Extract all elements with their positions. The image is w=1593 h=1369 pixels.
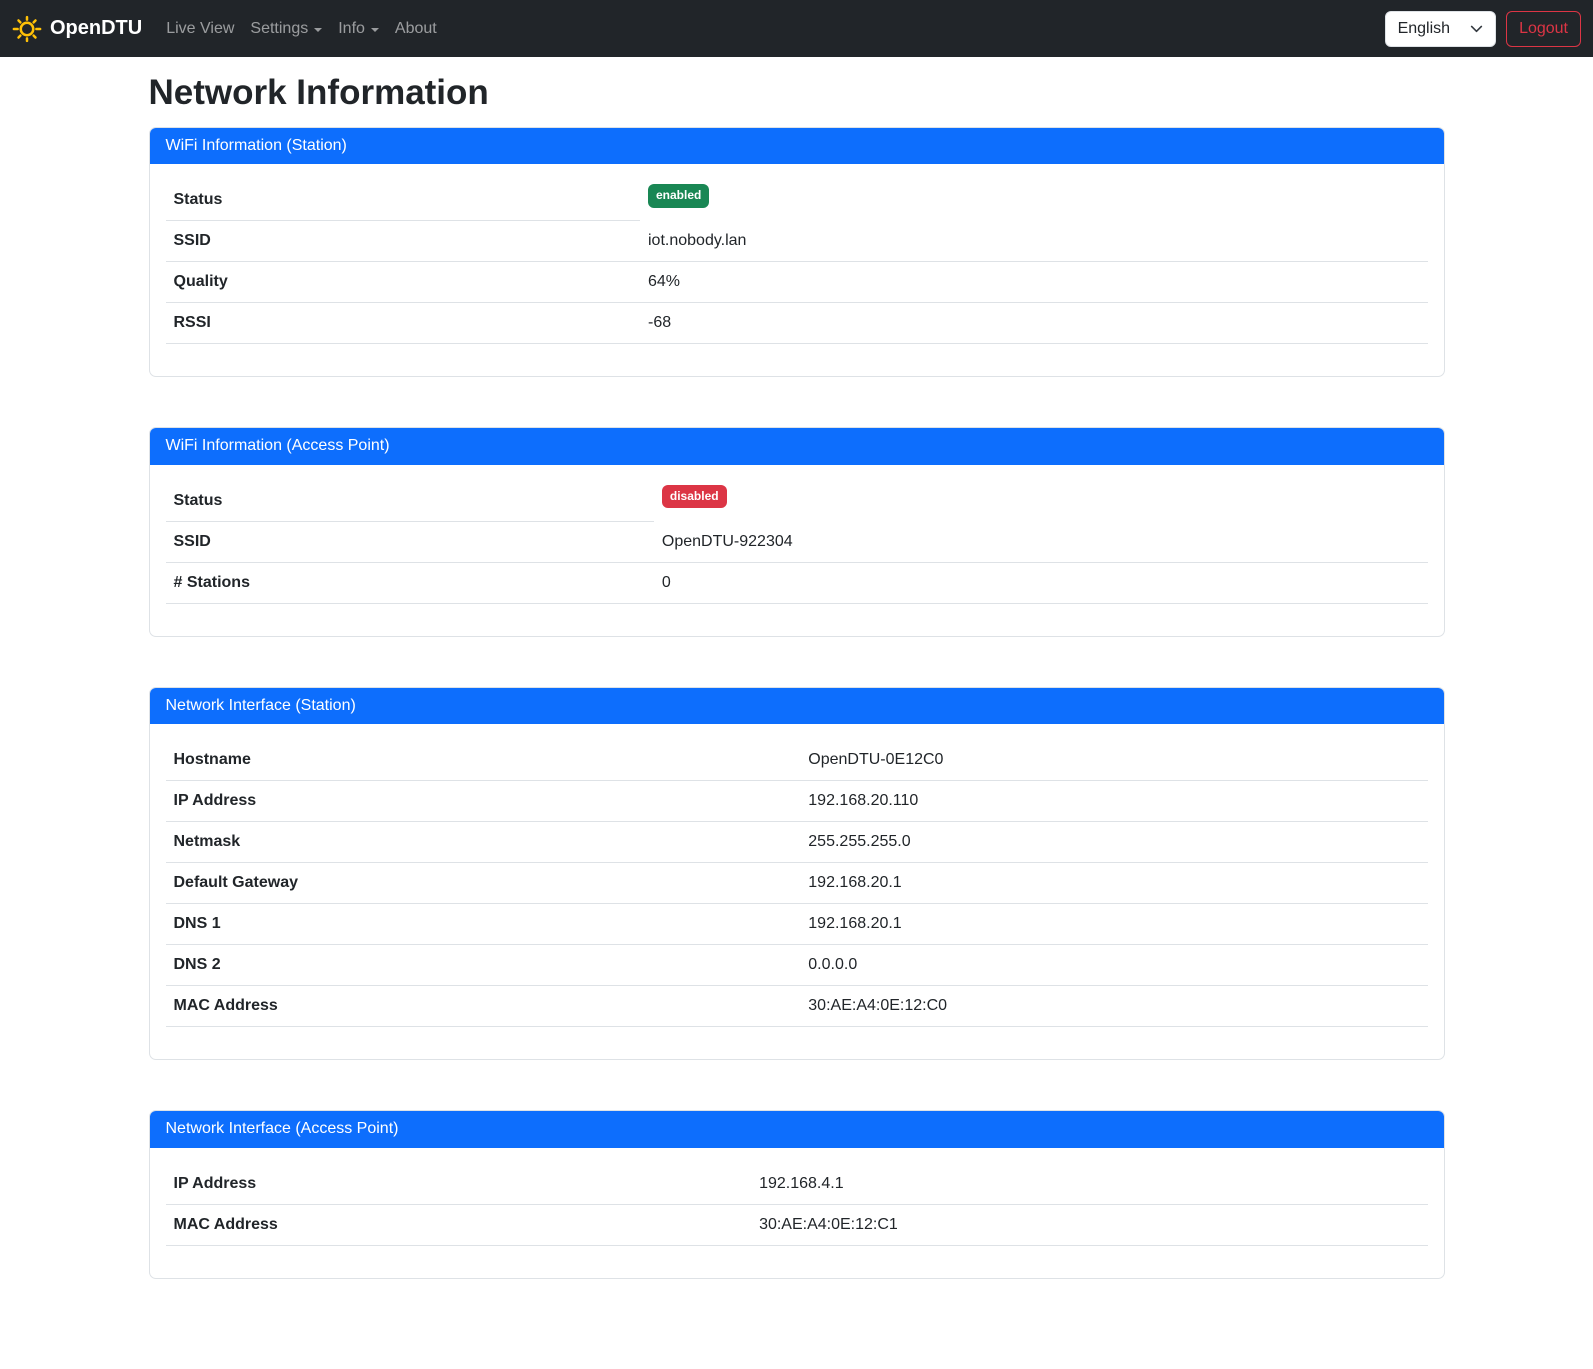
caret-down-icon [314,28,322,32]
table-row: DNS 2 0.0.0.0 [166,945,1428,986]
navbar-right: English Logout [1385,11,1581,47]
row-label: DNS 1 [166,904,801,945]
row-value: 192.168.20.110 [800,781,1427,822]
row-label: Netmask [166,822,801,863]
row-value: 192.168.4.1 [751,1164,1427,1205]
table-row: Netmask 255.255.255.0 [166,822,1428,863]
row-value: 30:AE:A4:0E:12:C1 [751,1204,1427,1245]
nav-item-label: About [395,20,437,38]
brand-label: OpenDTU [50,17,142,40]
status-badge: enabled [648,184,709,207]
row-value: 64% [640,262,1428,303]
nav-item-info[interactable]: Info [330,12,387,46]
row-label: Status [166,180,641,221]
row-value: OpenDTU-0E12C0 [800,740,1427,781]
table-row: MAC Address 30:AE:A4:0E:12:C0 [166,986,1428,1027]
row-label: Default Gateway [166,863,801,904]
row-label: Quality [166,262,641,303]
nav-item-label: Live View [166,20,234,38]
row-value: 30:AE:A4:0E:12:C0 [800,986,1427,1027]
navbar: OpenDTU Live View Settings Info About En… [0,0,1593,57]
table-row: IP Address 192.168.20.110 [166,781,1428,822]
table-row: SSID OpenDTU-922304 [166,521,1428,562]
row-label: SSID [166,221,641,262]
card-header: Network Interface (Access Point) [150,1111,1444,1147]
info-card: Network Interface (Station) Hostname Ope… [149,687,1445,1060]
table-row: MAC Address 30:AE:A4:0E:12:C1 [166,1204,1428,1245]
info-card: WiFi Information (Station) Status enable… [149,127,1445,377]
brand-link[interactable]: OpenDTU [12,14,142,44]
table-row: Status disabled [166,481,1428,522]
caret-down-icon [371,28,379,32]
nav-item-label: Settings [250,20,308,38]
table-row: SSID iot.nobody.lan [166,221,1428,262]
info-table: IP Address 192.168.4.1 MAC Address 30:AE… [166,1164,1428,1246]
card-body: Status enabled SSID iot.nobody.lan Quali… [150,164,1444,376]
card-header: Network Interface (Station) [150,688,1444,724]
nav-item-about[interactable]: About [387,12,445,46]
table-row: IP Address 192.168.4.1 [166,1164,1428,1205]
nav-item-settings[interactable]: Settings [242,12,330,46]
info-card: WiFi Information (Access Point) Status d… [149,427,1445,636]
row-value: -68 [640,303,1428,344]
row-value: 192.168.20.1 [800,904,1427,945]
row-value: 0 [654,562,1428,603]
nav-links: Live View Settings Info About [158,12,445,46]
card-body: Status disabled SSID OpenDTU-922304 # St… [150,465,1444,636]
status-badge: disabled [662,485,727,508]
cards: WiFi Information (Station) Status enable… [149,127,1445,1279]
row-value: 192.168.20.1 [800,863,1427,904]
card-body: IP Address 192.168.4.1 MAC Address 30:AE… [150,1148,1444,1278]
logout-button[interactable]: Logout [1506,11,1581,47]
row-label: IP Address [166,1164,752,1205]
row-label: MAC Address [166,1204,752,1245]
row-label: # Stations [166,562,654,603]
sun-icon [12,14,42,44]
info-table: Hostname OpenDTU-0E12C0 IP Address 192.1… [166,740,1428,1027]
card-body: Hostname OpenDTU-0E12C0 IP Address 192.1… [150,724,1444,1059]
page-title: Network Information [149,73,1445,113]
language-select-value: English [1398,20,1450,38]
table-row: Default Gateway 192.168.20.1 [166,863,1428,904]
row-value: 0.0.0.0 [800,945,1427,986]
table-row: RSSI -68 [166,303,1428,344]
row-value: OpenDTU-922304 [654,521,1428,562]
row-value: disabled [654,481,1428,522]
table-row: Quality 64% [166,262,1428,303]
card-header: WiFi Information (Access Point) [150,428,1444,464]
row-label: MAC Address [166,986,801,1027]
row-label: IP Address [166,781,801,822]
info-table: Status enabled SSID iot.nobody.lan Quali… [166,180,1428,344]
info-table: Status disabled SSID OpenDTU-922304 # St… [166,481,1428,604]
info-card: Network Interface (Access Point) IP Addr… [149,1110,1445,1278]
row-label: Hostname [166,740,801,781]
nav-item-label: Info [338,20,365,38]
table-row: Status enabled [166,180,1428,221]
main-content: Network Information WiFi Information (St… [137,57,1457,1369]
card-header: WiFi Information (Station) [150,128,1444,164]
row-label: RSSI [166,303,641,344]
row-label: Status [166,481,654,522]
row-label: SSID [166,521,654,562]
language-select[interactable]: English [1385,11,1496,47]
row-value: enabled [640,180,1428,221]
row-value: iot.nobody.lan [640,221,1428,262]
nav-item-live-view[interactable]: Live View [158,12,242,46]
table-row: # Stations 0 [166,562,1428,603]
row-label: DNS 2 [166,945,801,986]
chevron-down-icon [1470,22,1483,35]
table-row: DNS 1 192.168.20.1 [166,904,1428,945]
row-value: 255.255.255.0 [800,822,1427,863]
table-row: Hostname OpenDTU-0E12C0 [166,740,1428,781]
